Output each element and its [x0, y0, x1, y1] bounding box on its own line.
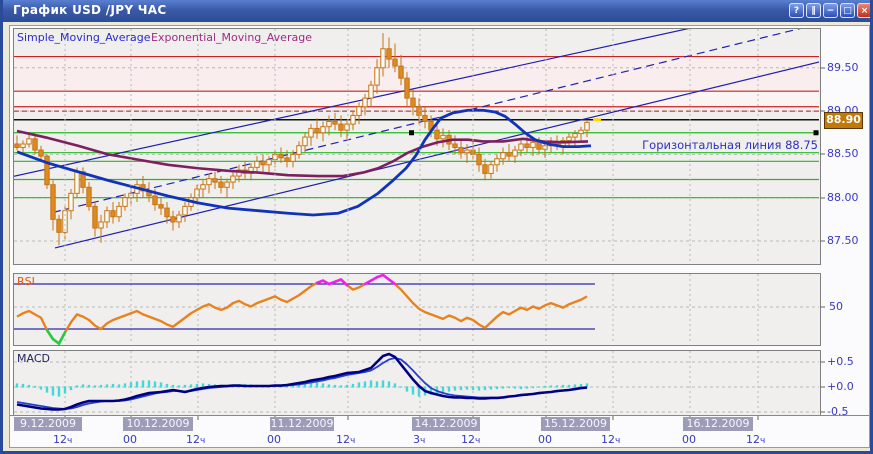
time-tick: 00: [267, 433, 281, 446]
current-price-badge: 88.90: [824, 112, 863, 129]
time-tick: 12ч: [186, 433, 205, 446]
time-tick: 00: [123, 433, 137, 446]
date-badge: 14.12.2009: [412, 417, 480, 431]
price-tick-89-50: 89.50: [827, 61, 859, 74]
chart-canvas[interactable]: [3, 0, 873, 454]
date-badge: 15.12.2009: [541, 417, 610, 431]
time-tick: 3ч: [413, 433, 425, 446]
app-window: График USD /JPY ЧАС ? ‖ − □ × Simple_Mov…: [0, 0, 873, 454]
date-badge: 9.12.2009: [14, 417, 82, 431]
time-tick: 00: [538, 433, 552, 446]
rsi-tick-50: 50: [829, 300, 843, 313]
horizontal-line-annotation[interactable]: Горизонтальная линия 88.75: [543, 138, 818, 152]
time-tick: 12ч: [601, 433, 620, 446]
time-tick: 12ч: [461, 433, 480, 446]
time-tick: 00: [682, 433, 696, 446]
date-badge: 11.12.2009: [270, 417, 334, 431]
macd-panel-label: MACD: [17, 352, 50, 365]
macd-tick-zero: +0.0: [827, 380, 854, 393]
legend-ema[interactable]: Exponential_Moving_Average: [151, 31, 312, 44]
time-tick: 12ч: [336, 433, 355, 446]
date-badge: 10.12.2009: [123, 417, 193, 431]
macd-tick-plus05: +0.5: [827, 355, 854, 368]
legend-sma[interactable]: Simple_Moving_Average: [17, 31, 150, 44]
rsi-panel-label: RSI: [17, 275, 35, 288]
price-tick-87-50: 87.50: [827, 234, 859, 247]
price-tick-88-50: 88.50: [827, 147, 859, 160]
date-badge: 16.12.2009: [683, 417, 753, 431]
macd-tick-minus05: -0.5: [827, 405, 848, 418]
time-tick: 12ч: [746, 433, 765, 446]
time-tick: 12ч: [53, 433, 72, 446]
price-tick-88-00: 88.00: [827, 191, 859, 204]
